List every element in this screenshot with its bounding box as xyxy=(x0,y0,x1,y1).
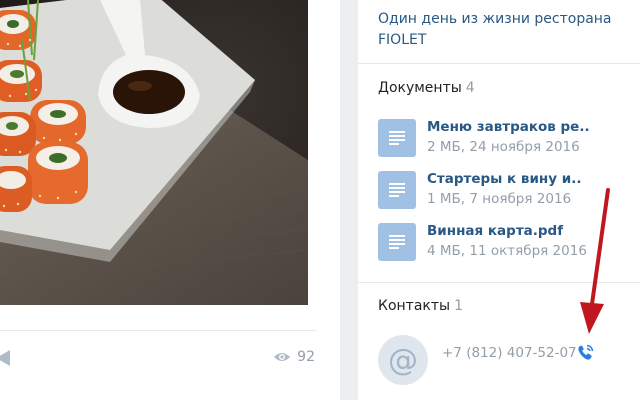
document-name[interactable]: Винная карта.pdf xyxy=(427,223,563,239)
event-title-link[interactable]: Один день из жизни ресторана FIOLET xyxy=(378,9,628,51)
contact-phone: +7 (812) 407-52-07 xyxy=(442,345,577,361)
sushi-photo-image xyxy=(0,0,308,305)
documents-label: Документы xyxy=(378,80,462,96)
contact-avatar[interactable]: @ xyxy=(378,335,428,385)
document-name[interactable]: Меню завтраков ре.. xyxy=(427,119,590,135)
contacts-header[interactable]: Контакты 1 xyxy=(378,298,463,314)
document-meta: 4 МБ, 11 октября 2016 xyxy=(427,243,587,259)
share-arrow-icon[interactable] xyxy=(0,350,10,366)
post-photo[interactable] xyxy=(0,0,308,305)
post-card: 92 xyxy=(0,0,340,400)
sidebar: Один день из жизни ресторана FIOLET Доку… xyxy=(358,0,640,400)
page: 92 Один день из жизни ресторана FIOLET Д… xyxy=(0,0,640,400)
phone-call-icon[interactable] xyxy=(577,344,594,361)
views-counter: 92 xyxy=(273,349,315,365)
documents-header[interactable]: Документы 4 xyxy=(378,80,475,96)
document-meta: 1 МБ, 7 ноября 2016 xyxy=(427,191,572,207)
document-icon xyxy=(378,171,416,209)
document-icon xyxy=(378,119,416,157)
document-name[interactable]: Стартеры к вину и.. xyxy=(427,171,581,187)
eye-icon xyxy=(274,353,291,361)
section-separator xyxy=(358,63,640,64)
views-count: 92 xyxy=(297,349,315,365)
contacts-label: Контакты xyxy=(378,298,451,314)
document-item[interactable]: Винная карта.pdf 4 МБ, 11 октября 2016 xyxy=(378,223,628,263)
document-item[interactable]: Стартеры к вину и.. 1 МБ, 7 ноября 2016 xyxy=(378,171,628,211)
document-item[interactable]: Меню завтраков ре.. 2 МБ, 24 ноября 2016 xyxy=(378,119,628,159)
document-icon xyxy=(378,223,416,261)
document-meta: 2 МБ, 24 ноября 2016 xyxy=(427,139,580,155)
documents-count: 4 xyxy=(465,80,475,96)
section-separator xyxy=(358,282,640,283)
contacts-count: 1 xyxy=(454,298,463,314)
post-divider xyxy=(0,330,316,331)
